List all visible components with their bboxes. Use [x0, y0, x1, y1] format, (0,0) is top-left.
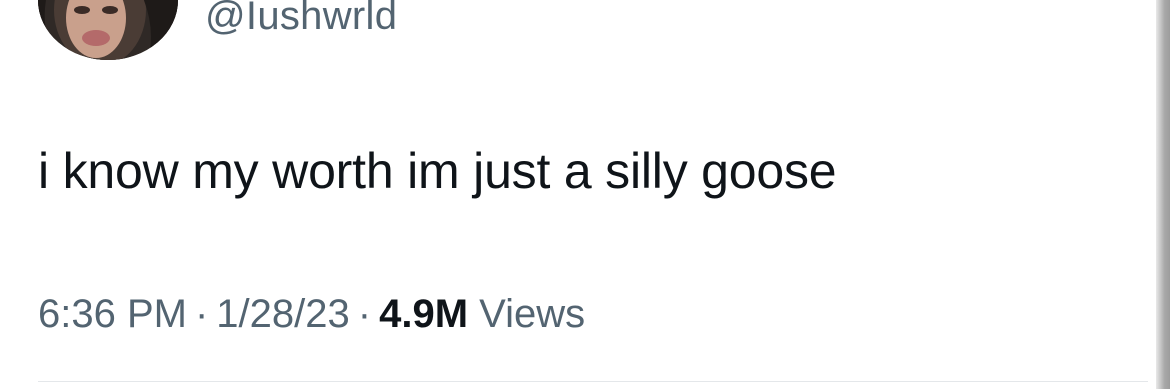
avatar-image — [38, 0, 178, 60]
tweet-card: @Iushwrld i know my worth im just a sill… — [0, 0, 1170, 389]
tweet-time[interactable]: 6:36 PM — [38, 292, 187, 336]
views-count: 4.9M — [379, 292, 469, 336]
tweet-text: i know my worth im just a silly goose — [38, 143, 837, 199]
views-label: Views — [479, 292, 586, 336]
avatar[interactable] — [38, 0, 178, 60]
divider — [38, 381, 1148, 382]
user-handle[interactable]: @Iushwrld — [205, 0, 397, 39]
tweet-meta: 6:36 PM · 1/28/23 · 4.9M Views — [38, 292, 585, 337]
meta-separator: · — [194, 292, 209, 336]
scrollbar[interactable] — [1156, 0, 1170, 389]
meta-separator: · — [357, 292, 372, 336]
tweet-date[interactable]: 1/28/23 — [216, 292, 349, 336]
